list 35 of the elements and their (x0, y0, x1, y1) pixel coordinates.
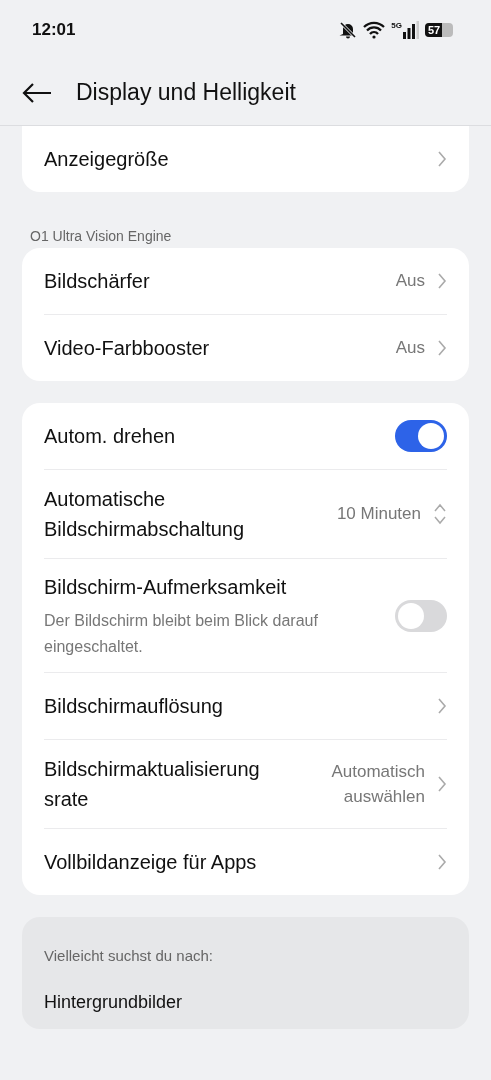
setting-label[interactable]: Bildschirmaktualisierung srate (44, 754, 283, 814)
battery-indicator: 57 (425, 23, 453, 37)
up-down-icon (433, 503, 447, 525)
back-arrow-icon (22, 81, 52, 104)
wifi-icon (363, 21, 386, 39)
setting-label[interactable]: Video-Farbbooster (44, 333, 384, 363)
muted-bell-icon (339, 21, 358, 39)
chevron-right-icon (437, 697, 447, 715)
network-type: 5G (391, 21, 402, 30)
setting-label[interactable]: Bildschärfer (44, 266, 384, 296)
setting-description: Der Bildschirm bleibt beim Blick darauf eingeschaltet. (44, 610, 319, 657)
setting-label[interactable]: Bildschirm-Aufmerksamkeit (44, 571, 383, 602)
toggle-switch[interactable] (395, 599, 447, 632)
setting-value: Automatisch auswählen (330, 760, 425, 808)
toggle-switch[interactable] (395, 420, 447, 452)
setting-label[interactable]: Vollbildanzeige für Apps (44, 847, 425, 877)
chevron-right-icon (437, 853, 447, 871)
signal-icon (403, 21, 419, 39)
setting-label[interactable]: Anzeigegröße (44, 144, 425, 174)
setting-value: 10 Minuten (336, 503, 421, 526)
chevron-right-icon (437, 339, 447, 357)
clock-time: 12:01 (32, 20, 76, 40)
suggestions-title: Vielleicht suchst du nach: (44, 947, 214, 964)
setting-label[interactable]: Autom. drehen (44, 421, 383, 451)
section-title: O1 Ultra Vision Engine (29, 227, 173, 246)
setting-label[interactable]: Automatische Bildschirmabschaltung (44, 484, 325, 544)
back-button[interactable] (22, 81, 52, 104)
setting-label[interactable]: Bildschirmauflösung (44, 691, 425, 721)
setting-value: Aus (395, 270, 425, 293)
suggestion-link[interactable]: Hintergrundbilder (44, 992, 447, 1013)
setting-value: Aus (395, 337, 425, 360)
chevron-right-icon (437, 272, 447, 290)
chevron-right-icon (437, 775, 447, 793)
chevron-right-icon (437, 150, 447, 168)
page-title: Display und Helligkeit (76, 79, 296, 106)
